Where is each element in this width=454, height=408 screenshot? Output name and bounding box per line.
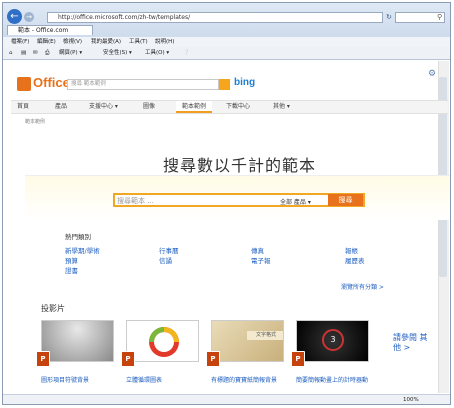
menu-view[interactable]: 檢視(V) [63,37,82,47]
menu-edit[interactable]: 編輯(E) [37,37,56,47]
category-link[interactable]: 預算 [65,255,78,265]
category-link[interactable]: 信誦 [159,255,172,265]
category-link[interactable]: 傳真 [251,245,264,255]
print-icon[interactable]: ⎙ [45,47,49,59]
nav-images[interactable]: 圖像 [143,101,155,113]
refresh-icon[interactable]: ↻ [386,13,392,21]
template-label[interactable]: 立體循環圖表 [126,375,162,384]
status-bar: 100% [3,394,450,404]
menu-help[interactable]: 說明(H) [155,37,174,47]
tools-menu[interactable]: 工具(O) ▾ [145,47,169,59]
template-search-placeholder: 搜尋範本 ... [117,197,154,205]
nav-products[interactable]: 產品 [55,101,67,113]
tab-office-templates[interactable]: 範本 - Office.com [7,25,93,35]
template-thumbnail[interactable] [41,320,114,362]
hero-title: 搜尋數以千計的範本 [163,156,317,175]
help-icon[interactable]: ❔ [183,47,190,59]
cycle-chart-graphic [149,327,179,357]
nav-support[interactable]: 支援中心 ▾ [89,101,118,113]
nav-home[interactable]: 首頁 [17,101,29,113]
template-thumbnail[interactable]: 文字格式 [211,320,284,362]
template-thumbnail[interactable]: 3 [296,320,369,362]
menu-favorites[interactable]: 我的最愛(A) [91,37,121,47]
home-icon[interactable]: ⌂ [9,47,13,59]
settings-icon[interactable]: ⚙ [428,69,436,79]
powerpoint-icon: P [206,351,220,367]
feeds-icon[interactable]: ▤ [21,47,26,59]
thumbnail-caption: 文字格式 [247,331,283,340]
office-logo-icon [17,77,31,91]
breadcrumb[interactable]: 範本範例 [25,118,45,125]
powerpoint-icon: P [121,351,135,367]
site-search-button[interactable] [219,79,230,90]
category-link[interactable]: 報帳 [345,245,358,255]
category-link[interactable]: 行事曆 [159,245,179,255]
browser-window: ← → http://office.microsoft.com/zh-tw/te… [2,2,451,405]
nav-templates[interactable]: 範本範例 [176,101,212,113]
safety-menu[interactable]: 安全性(S) ▾ [103,47,132,59]
nav-more[interactable]: 其他 ▾ [273,101,290,113]
menu-file[interactable]: 檔案(F) [11,37,29,47]
template-search-button[interactable]: 搜尋 [328,194,363,206]
site-navbar: 首頁 產品 支援中心 ▾ 圖像 範本範例 下載中心 其他 ▾ [11,100,448,114]
timer-graphic: 3 [322,329,344,351]
template-label[interactable]: 簡要簡報動畫上的計時器動 [296,375,368,384]
bing-logo: bing [234,77,256,88]
menu-bar: 檔案(F) 編輯(E) 檢視(V) 我的最愛(A) 工具(T) 說明(H) [3,37,450,47]
category-link[interactable]: 履歷表 [345,255,365,265]
search-icon[interactable]: ⚲ [437,13,442,21]
search-scope-select[interactable]: 全部 產品 ▾ [280,197,311,206]
forward-button[interactable]: → [24,12,34,22]
browse-all-categories-link[interactable]: 瀏覽所有分類 > [341,282,384,291]
menu-tools[interactable]: 工具(T) [129,37,148,47]
template-thumbnail[interactable] [126,320,199,362]
template-label[interactable]: 有標題的寶寶紙簡報背景 [211,375,277,384]
category-link[interactable]: 證書 [65,265,78,275]
back-button[interactable]: ← [7,9,22,24]
page-menu[interactable]: 網頁(P) ▾ [59,47,82,59]
command-bar: ⌂ ▤ ✉ ⎙ 網頁(P) ▾ 安全性(S) ▾ 工具(O) ▾ ❔ [3,47,450,60]
powerpoint-icon: P [36,351,50,367]
zoom-level[interactable]: 100% [403,395,419,404]
mail-icon[interactable]: ✉ [33,47,38,59]
powerpoint-icon: P [291,351,305,367]
site-search-input[interactable]: 搜尋 範本範例 [67,79,219,90]
address-bar[interactable]: http://office.microsoft.com/zh-tw/templa… [47,12,383,23]
template-label[interactable]: 圖形項目符號背景 [41,375,89,384]
office-logo[interactable]: Office [33,75,70,90]
see-more-link[interactable]: 請參閱 其他 > [393,333,433,353]
category-link[interactable]: 電子報 [251,255,271,265]
popular-categories-title: 熱門類別 [65,233,91,241]
nav-downloads[interactable]: 下載中心 [226,101,250,113]
category-link[interactable]: 新學期/學術 [65,245,100,255]
presentations-title: 投影片 [41,304,65,313]
